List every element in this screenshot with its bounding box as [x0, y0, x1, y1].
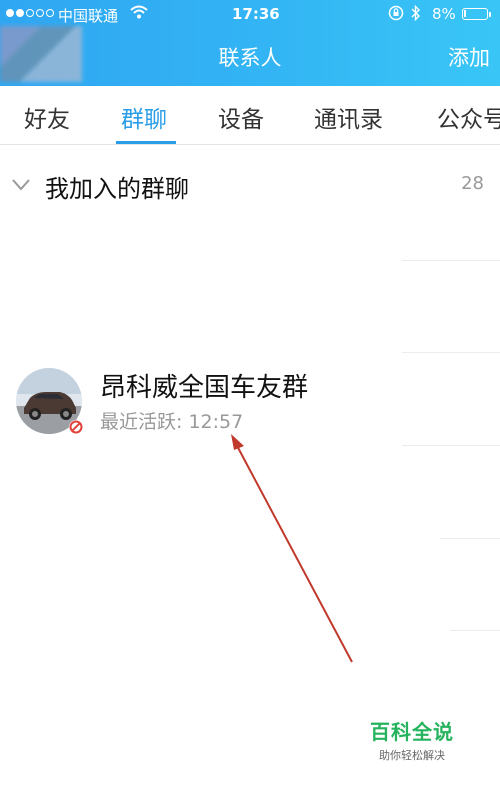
carrier-name: 中国联通: [58, 7, 119, 25]
no-disturb-icon: [69, 420, 83, 434]
add-button[interactable]: 添加: [448, 42, 490, 72]
tab-address-book[interactable]: 通讯录: [314, 100, 383, 134]
group-section-title: 我加入的群聊: [45, 175, 189, 203]
bluetooth-icon: [411, 4, 421, 25]
tab-friends[interactable]: 好友: [24, 100, 70, 134]
rotation-lock-icon: [388, 5, 404, 25]
group-count: 28: [461, 173, 484, 194]
divider: [450, 630, 500, 631]
tab-groups[interactable]: 群聊: [121, 100, 167, 134]
divider: [402, 445, 500, 446]
watermark-title: 百科全说: [370, 720, 454, 744]
divider: [402, 260, 500, 261]
signal-strength-icon: [6, 9, 54, 17]
watermark-subtitle: 助你轻松解决: [379, 749, 445, 762]
group-section-header[interactable]: 我加入的群聊 28: [0, 145, 500, 225]
watermark: 百科全说 助你轻松解决: [362, 716, 462, 763]
battery-icon: [462, 8, 491, 20]
divider: [402, 352, 500, 353]
chevron-down-icon: [12, 179, 30, 191]
divider: [440, 538, 500, 539]
status-time: 17:36: [232, 5, 280, 23]
header: 中国联通 17:36 8% 联系人 添加: [0, 0, 500, 86]
group-chat-row[interactable]: 昂科威全国车友群 最近活跃: 12:57: [0, 355, 500, 445]
tab-bar: 好友 群聊 设备 通讯录 公众号: [0, 86, 500, 145]
wifi-icon: [130, 5, 148, 23]
tab-official-accounts[interactable]: 公众号: [437, 100, 500, 134]
status-bar: 中国联通 17:36 8%: [0, 0, 500, 28]
group-name: 昂科威全国车友群: [100, 373, 309, 403]
active-tab-indicator: [116, 141, 176, 144]
group-last-active: 最近活跃: 12:57: [100, 411, 244, 433]
page-title: 联系人: [218, 46, 282, 70]
tab-devices[interactable]: 设备: [218, 100, 264, 134]
battery-percentage: 8%: [432, 5, 456, 23]
